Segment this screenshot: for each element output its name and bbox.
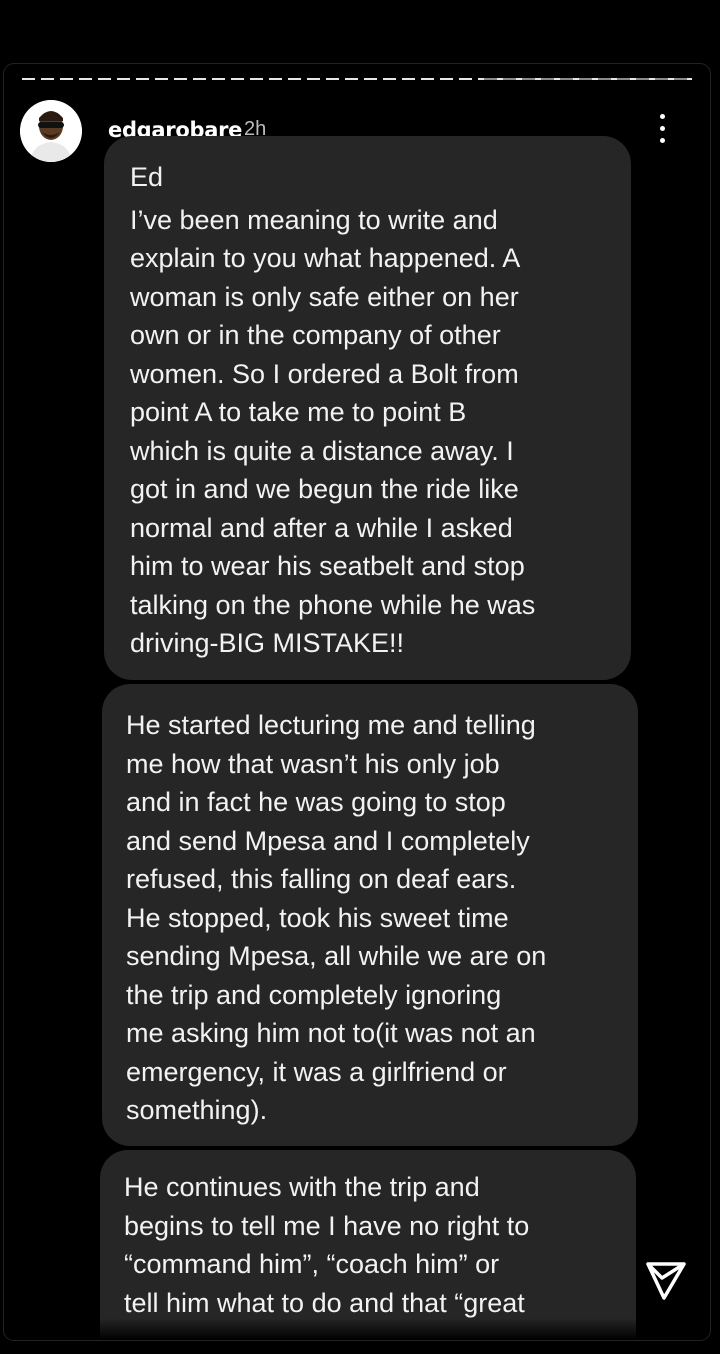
message-line: sending Mpesa, all while we are on: [126, 941, 547, 971]
message-line: which is quite a distance away. I: [130, 435, 514, 466]
more-vertical-icon[interactable]: [652, 114, 672, 148]
message-line: woman is only safe either on her: [130, 281, 519, 312]
message-bubble: He started lecturing me and telling me h…: [102, 684, 638, 1146]
message-line: begins to tell me I have no right to: [124, 1210, 530, 1241]
message-line: driving-BIG MISTAKE!!: [130, 628, 405, 658]
story-progress-bar: [22, 78, 692, 80]
message-line: own or in the company of other: [130, 320, 501, 350]
message-line: refused, this falling on deaf ears.: [126, 864, 517, 894]
message-line: normal and after a while I asked: [130, 512, 513, 543]
message-line: me asking him not to(it was not an: [126, 1018, 536, 1048]
message-line: and in fact he was going to stop: [126, 787, 506, 817]
message-bubble: He continues with the trip and begins to…: [100, 1150, 636, 1340]
message-line: him to wear his seatbelt and stop: [130, 551, 525, 581]
bottom-fade: [4, 1318, 710, 1340]
message-line: He stopped, took his sweet time: [126, 902, 509, 933]
message-line: I’ve been meaning to write and: [130, 204, 498, 235]
send-icon[interactable]: [640, 1254, 692, 1306]
message-line: got in and we begun the ride like: [130, 474, 519, 504]
message-line: something).: [126, 1095, 268, 1125]
message-line: emergency, it was a girlfriend or: [126, 1056, 507, 1087]
message-line: “command him”, “coach him” or: [124, 1249, 500, 1279]
message-line: and send Mpesa and I completely: [126, 825, 530, 856]
message-line: He started lecturing me and telling: [126, 710, 536, 740]
avatar[interactable]: [20, 100, 82, 162]
story-viewer[interactable]: edgarobare 2h Ed I’ve been meaning to wr…: [4, 64, 710, 1340]
message-line: the trip and completely ignoring: [126, 979, 502, 1010]
message-greeting: Ed: [130, 162, 164, 192]
message-line: me how that wasn’t his only job: [126, 748, 500, 779]
message-bubble: Ed I’ve been meaning to write and explai…: [104, 136, 631, 680]
message-line: explain to you what happened. A: [130, 243, 521, 273]
message-line: tell him what to do and that “great: [124, 1287, 525, 1318]
message-line: He continues with the trip and: [124, 1172, 480, 1202]
message-line: women. So I ordered a Bolt from: [130, 358, 519, 389]
message-line: talking on the phone while he was: [130, 589, 536, 620]
message-line: point A to take me to point B: [130, 397, 467, 427]
